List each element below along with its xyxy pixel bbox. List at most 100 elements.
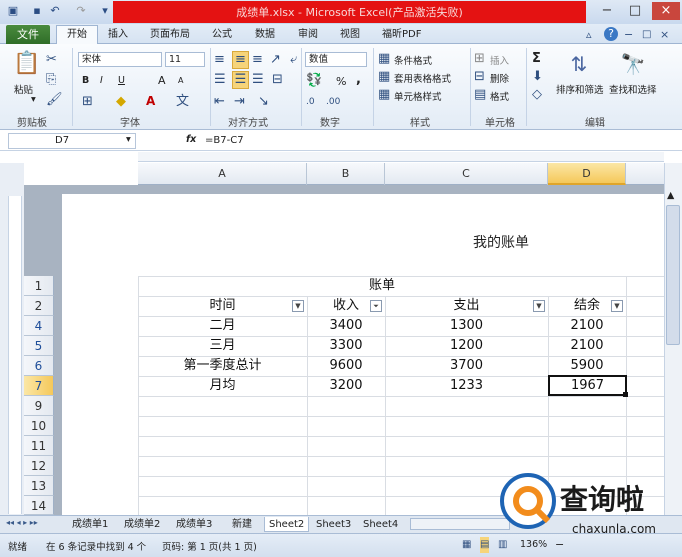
table-title[interactable]: 账单 (138, 276, 626, 296)
cell[interactable]: 3300 (307, 336, 385, 356)
sheet-tab[interactable]: 新建 (232, 517, 252, 532)
cell[interactable]: 3400 (307, 316, 385, 336)
decrease-decimal-icon[interactable]: .00 (326, 94, 340, 110)
doc-close-icon[interactable]: × (660, 27, 669, 43)
row-header[interactable]: 10 (24, 416, 54, 436)
sheet-tab[interactable]: Sheet3 (316, 517, 351, 532)
sheet-nav-icons[interactable]: ◂◂ ◂ ▸ ▸▸ (6, 518, 38, 527)
column-header-b[interactable]: B (307, 163, 385, 185)
fill-color-icon[interactable]: ◆ (116, 94, 126, 110)
column-header-c[interactable]: C (385, 163, 548, 185)
scroll-up-icon[interactable]: ▲ (667, 190, 674, 201)
header-cell-expense[interactable]: 支出 (385, 296, 548, 316)
copy-icon[interactable]: ⎘ (46, 72, 56, 88)
sort-filter-button[interactable]: 排序和筛选 (556, 82, 604, 96)
find-select-button[interactable]: 查找和选择 (609, 82, 657, 96)
border-icon[interactable]: ⊞ (82, 94, 93, 110)
tab-data[interactable]: 数据 (255, 27, 275, 43)
font-size-combo[interactable]: 11 (165, 52, 205, 67)
cell[interactable]: 月均 (138, 376, 307, 396)
horizontal-scrollbar[interactable] (410, 518, 510, 530)
row-header[interactable]: 6 (24, 356, 54, 376)
align-bottom-icon[interactable]: ≡ (252, 52, 263, 68)
tab-page-layout[interactable]: 页面布局 (150, 27, 190, 43)
autosum-button[interactable]: Σ (532, 51, 541, 66)
align-middle-icon[interactable]: ≡ (232, 51, 249, 69)
sort-filter-icon[interactable]: ⇅ (566, 50, 592, 78)
row-header[interactable]: 5 (24, 336, 54, 356)
row-header[interactable]: 4 (24, 316, 54, 336)
italic-button[interactable]: I (100, 75, 103, 86)
undo-icon[interactable]: ↶ (48, 4, 62, 18)
scrollbar-thumb[interactable] (666, 205, 680, 345)
grow-font-button[interactable]: A (158, 74, 166, 87)
align-center-icon[interactable]: ☰ (232, 71, 249, 89)
formula-input[interactable]: =B7-C7 (205, 135, 244, 146)
cell-styles-icon[interactable]: ▦ (378, 87, 390, 103)
tab-view[interactable]: 视图 (340, 27, 360, 43)
normal-view-icon[interactable]: ▦ (462, 537, 471, 553)
row-header[interactable]: 7 (24, 376, 54, 396)
cell[interactable]: 3700 (385, 356, 548, 376)
tab-home[interactable]: 开始 (56, 25, 98, 45)
row-header[interactable]: 13 (24, 476, 54, 496)
tab-insert[interactable]: 插入 (108, 27, 128, 43)
customize-qat-icon[interactable]: ▾ (98, 4, 112, 18)
filter-dropdown-icon[interactable]: ▼ (533, 300, 545, 312)
cell[interactable]: 1200 (385, 336, 548, 356)
ribbon-collapse-icon[interactable]: ▵ (586, 27, 592, 43)
merge-center-icon[interactable]: ⊟ (272, 72, 283, 88)
help-icon[interactable]: ? (604, 27, 618, 41)
paste-icon[interactable]: 📋 (12, 50, 42, 78)
phonetic-icon[interactable]: 文 (176, 94, 189, 110)
align-right-icon[interactable]: ☰ (252, 72, 264, 88)
page-layout-view-icon[interactable]: ▤ (480, 537, 490, 553)
cell[interactable]: 1233 (385, 376, 548, 396)
row-header[interactable]: 14 (24, 496, 54, 515)
row-header[interactable]: 12 (24, 456, 54, 476)
tab-formulas[interactable]: 公式 (212, 27, 232, 43)
filter-dropdown-icon[interactable]: ▼ (292, 300, 304, 312)
name-box[interactable]: D7 (8, 133, 136, 149)
cell[interactable]: 9600 (307, 356, 385, 376)
fill-handle[interactable] (623, 392, 628, 397)
align-top-icon[interactable]: ≡ (214, 52, 225, 68)
shrink-font-button[interactable]: A (178, 76, 183, 85)
currency-icon[interactable]: 💱 (306, 73, 322, 89)
comma-button[interactable]: , (356, 72, 361, 87)
sheet-tab[interactable]: Sheet4 (363, 517, 398, 532)
name-box-dropdown-icon[interactable]: ▾ (126, 134, 131, 145)
binoculars-icon[interactable]: 🔭 (620, 50, 646, 78)
maximize-button[interactable]: □ (624, 2, 646, 20)
active-cell[interactable]: 1967 (548, 375, 627, 396)
close-button[interactable]: × (652, 2, 680, 20)
clear-icon[interactable]: ◇ (532, 87, 542, 103)
insert-cells-button[interactable]: 插入 (490, 53, 509, 67)
delete-cells-icon[interactable]: ⊟ (474, 69, 485, 85)
filter-dropdown-icon[interactable]: ▼ (611, 300, 623, 312)
underline-button[interactable]: U (118, 75, 125, 86)
text-direction-icon[interactable]: ↘ (258, 94, 269, 110)
insert-cells-icon[interactable]: ⊞ (474, 51, 485, 67)
insert-function-button[interactable]: fx (186, 134, 196, 145)
column-header-a[interactable]: A (138, 163, 307, 185)
sheet-tab-active[interactable]: Sheet2 (264, 517, 310, 532)
row-header[interactable]: 2 (24, 296, 54, 316)
sheet-tab[interactable]: 成绩单1 (72, 517, 108, 532)
increase-indent-icon[interactable]: ⇥ (234, 94, 245, 110)
row-header[interactable]: 1 (24, 276, 54, 296)
cell[interactable]: 二月 (138, 316, 307, 336)
cell[interactable]: 三月 (138, 336, 307, 356)
align-left-icon[interactable]: ☰ (214, 72, 226, 88)
format-cells-icon[interactable]: ▤ (474, 87, 486, 103)
minimize-button[interactable]: − (596, 2, 618, 20)
tab-file[interactable]: 文件 (6, 25, 50, 44)
cell-styles-button[interactable]: 单元格样式 (394, 89, 442, 103)
cell[interactable]: 1300 (385, 316, 548, 336)
tab-foxit-pdf[interactable]: 福昕PDF (382, 27, 421, 43)
doc-restore-icon[interactable]: □ (642, 27, 651, 43)
paste-dropdown-icon[interactable]: ▾ (31, 94, 36, 105)
increase-decimal-icon[interactable]: .0 (306, 94, 315, 110)
orientation-icon[interactable]: ↗ (270, 52, 281, 68)
cell[interactable]: 2100 (548, 316, 626, 336)
